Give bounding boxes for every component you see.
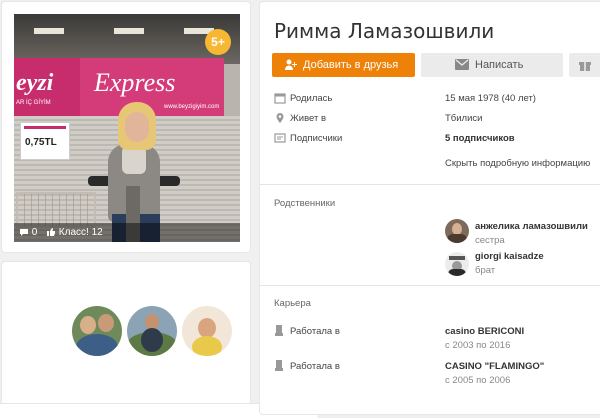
info-value-city[interactable]: Тбилиси (445, 113, 482, 124)
profile-main-card: Римма Ламазошвили Добавить в друзья Напи… (260, 2, 600, 414)
relative-avatar[interactable] (445, 252, 469, 276)
relative-name[interactable]: анжелика ламазошвили (475, 221, 588, 232)
job-icon (275, 325, 283, 336)
job-company[interactable]: casino BERICONI (445, 326, 524, 337)
friend-avatar[interactable] (182, 306, 232, 356)
photo-stats-bar: 0 Класс! 12 (14, 223, 240, 242)
photo-count-badge[interactable]: 5+ (205, 29, 231, 55)
hide-details-link[interactable]: Скрыть подробную информацию (445, 158, 590, 169)
class-count: 12 (91, 227, 103, 238)
photo-light (114, 28, 144, 34)
job-years: с 2005 по 2006 (445, 375, 511, 386)
class-stat[interactable]: Класс! 12 (46, 227, 103, 239)
info-label-birth: Родилась (290, 93, 333, 104)
job-icon (275, 360, 283, 371)
job-company[interactable]: CASINO "FLAMINGO" (445, 361, 544, 372)
add-friend-label: Добавить в друзья (303, 59, 399, 71)
store-sign-sub: AR İÇ GİYİM (16, 100, 51, 106)
write-message-button[interactable]: Написать (421, 53, 563, 77)
friend-avatar[interactable] (72, 306, 122, 356)
relative-name[interactable]: giorgi kaisadze (475, 251, 544, 262)
friends-card (2, 262, 250, 412)
job-label: Работала в (290, 326, 340, 337)
relative-relation: брат (475, 265, 496, 276)
write-message-label: Написать (475, 59, 524, 71)
info-label-city: Живет в (290, 113, 327, 124)
envelope-icon (455, 59, 469, 70)
store-sign-url: www.beyzigiyim.com (164, 104, 220, 110)
add-friend-button[interactable]: Добавить в друзья (272, 53, 415, 77)
gift-button[interactable] (569, 53, 600, 77)
divider (260, 184, 600, 185)
divider (260, 285, 600, 286)
store-sign: eyzi AR İÇ GİYİM Express www.beyzigiyim.… (14, 58, 224, 116)
job-years: с 2003 по 2016 (445, 340, 511, 351)
add-user-icon (285, 59, 297, 70)
price-tag-value: 0,75TL (25, 137, 57, 148)
info-label-subscribers: Подписчики (290, 133, 343, 144)
info-value-subscribers[interactable]: 5 подписчиков (445, 133, 515, 144)
thumbs-up-icon (47, 228, 55, 237)
relative-relation: сестра (475, 235, 505, 246)
info-value-birth: 15 мая 1978 (40 лет) (445, 93, 536, 104)
relative-avatar[interactable] (445, 219, 469, 243)
store-sign-express: Express (94, 68, 176, 97)
profile-name: Римма Ламазошвили (274, 19, 495, 43)
friend-avatar[interactable] (127, 306, 177, 356)
career-title: Карьера (274, 298, 311, 309)
photo-light (34, 28, 64, 34)
profile-photo-card: eyzi AR İÇ GİYİM Express www.beyzigiyim.… (2, 2, 250, 252)
gift-icon (579, 62, 591, 71)
job-label: Работала в (290, 361, 340, 372)
comments-stat[interactable]: 0 (19, 227, 37, 239)
relatives-title: Родственники (274, 198, 336, 209)
class-label: Класс! (58, 227, 89, 238)
comment-icon (20, 228, 28, 236)
store-sign-brand: eyzi (16, 70, 54, 96)
subscribers-icon (274, 133, 286, 143)
price-tag: 0,75TL (20, 122, 70, 160)
location-icon (276, 113, 284, 123)
comments-count: 0 (31, 227, 38, 238)
calendar-icon (274, 93, 286, 104)
